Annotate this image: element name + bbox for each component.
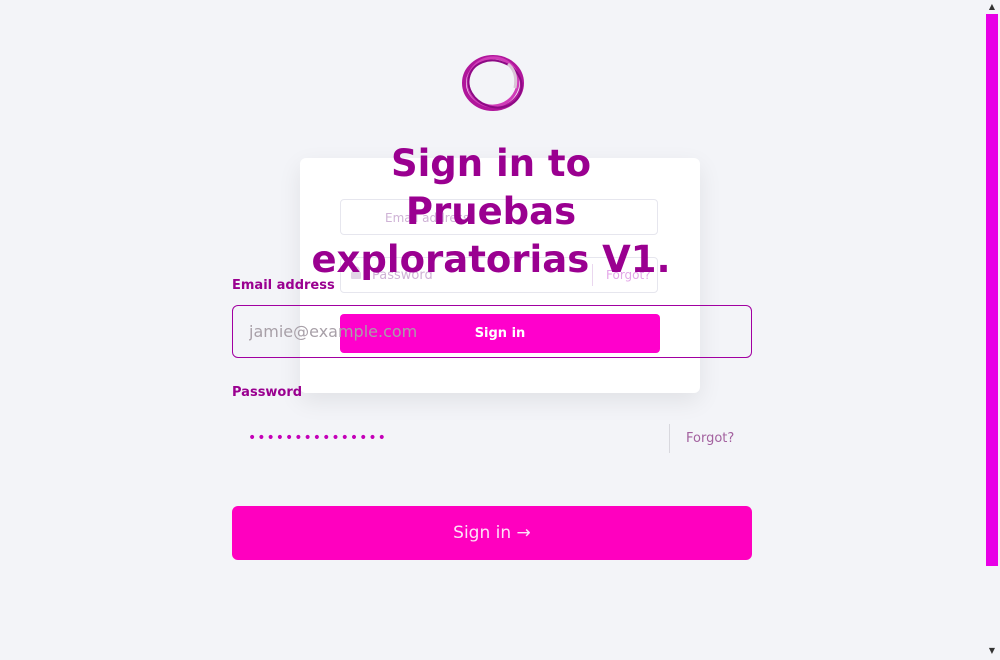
scroll-down-icon[interactable]: ▼ <box>986 646 998 656</box>
page-title: Sign in to Pruebas exploratorias V1. <box>311 142 671 281</box>
password-input[interactable]: ••••••••••••••• <box>248 430 387 446</box>
password-label: Password <box>232 385 303 400</box>
password-divider <box>669 424 670 453</box>
scrollbar-thumb[interactable] <box>986 14 998 566</box>
ring-logo-icon <box>462 55 524 111</box>
scroll-up-icon[interactable]: ▲ <box>986 2 998 12</box>
logo <box>460 52 526 114</box>
email-input[interactable] <box>232 305 752 358</box>
signin-button[interactable]: Sign in → <box>232 506 752 560</box>
email-label: Email address <box>232 278 335 293</box>
forgot-password-link[interactable]: Forgot? <box>686 431 734 446</box>
